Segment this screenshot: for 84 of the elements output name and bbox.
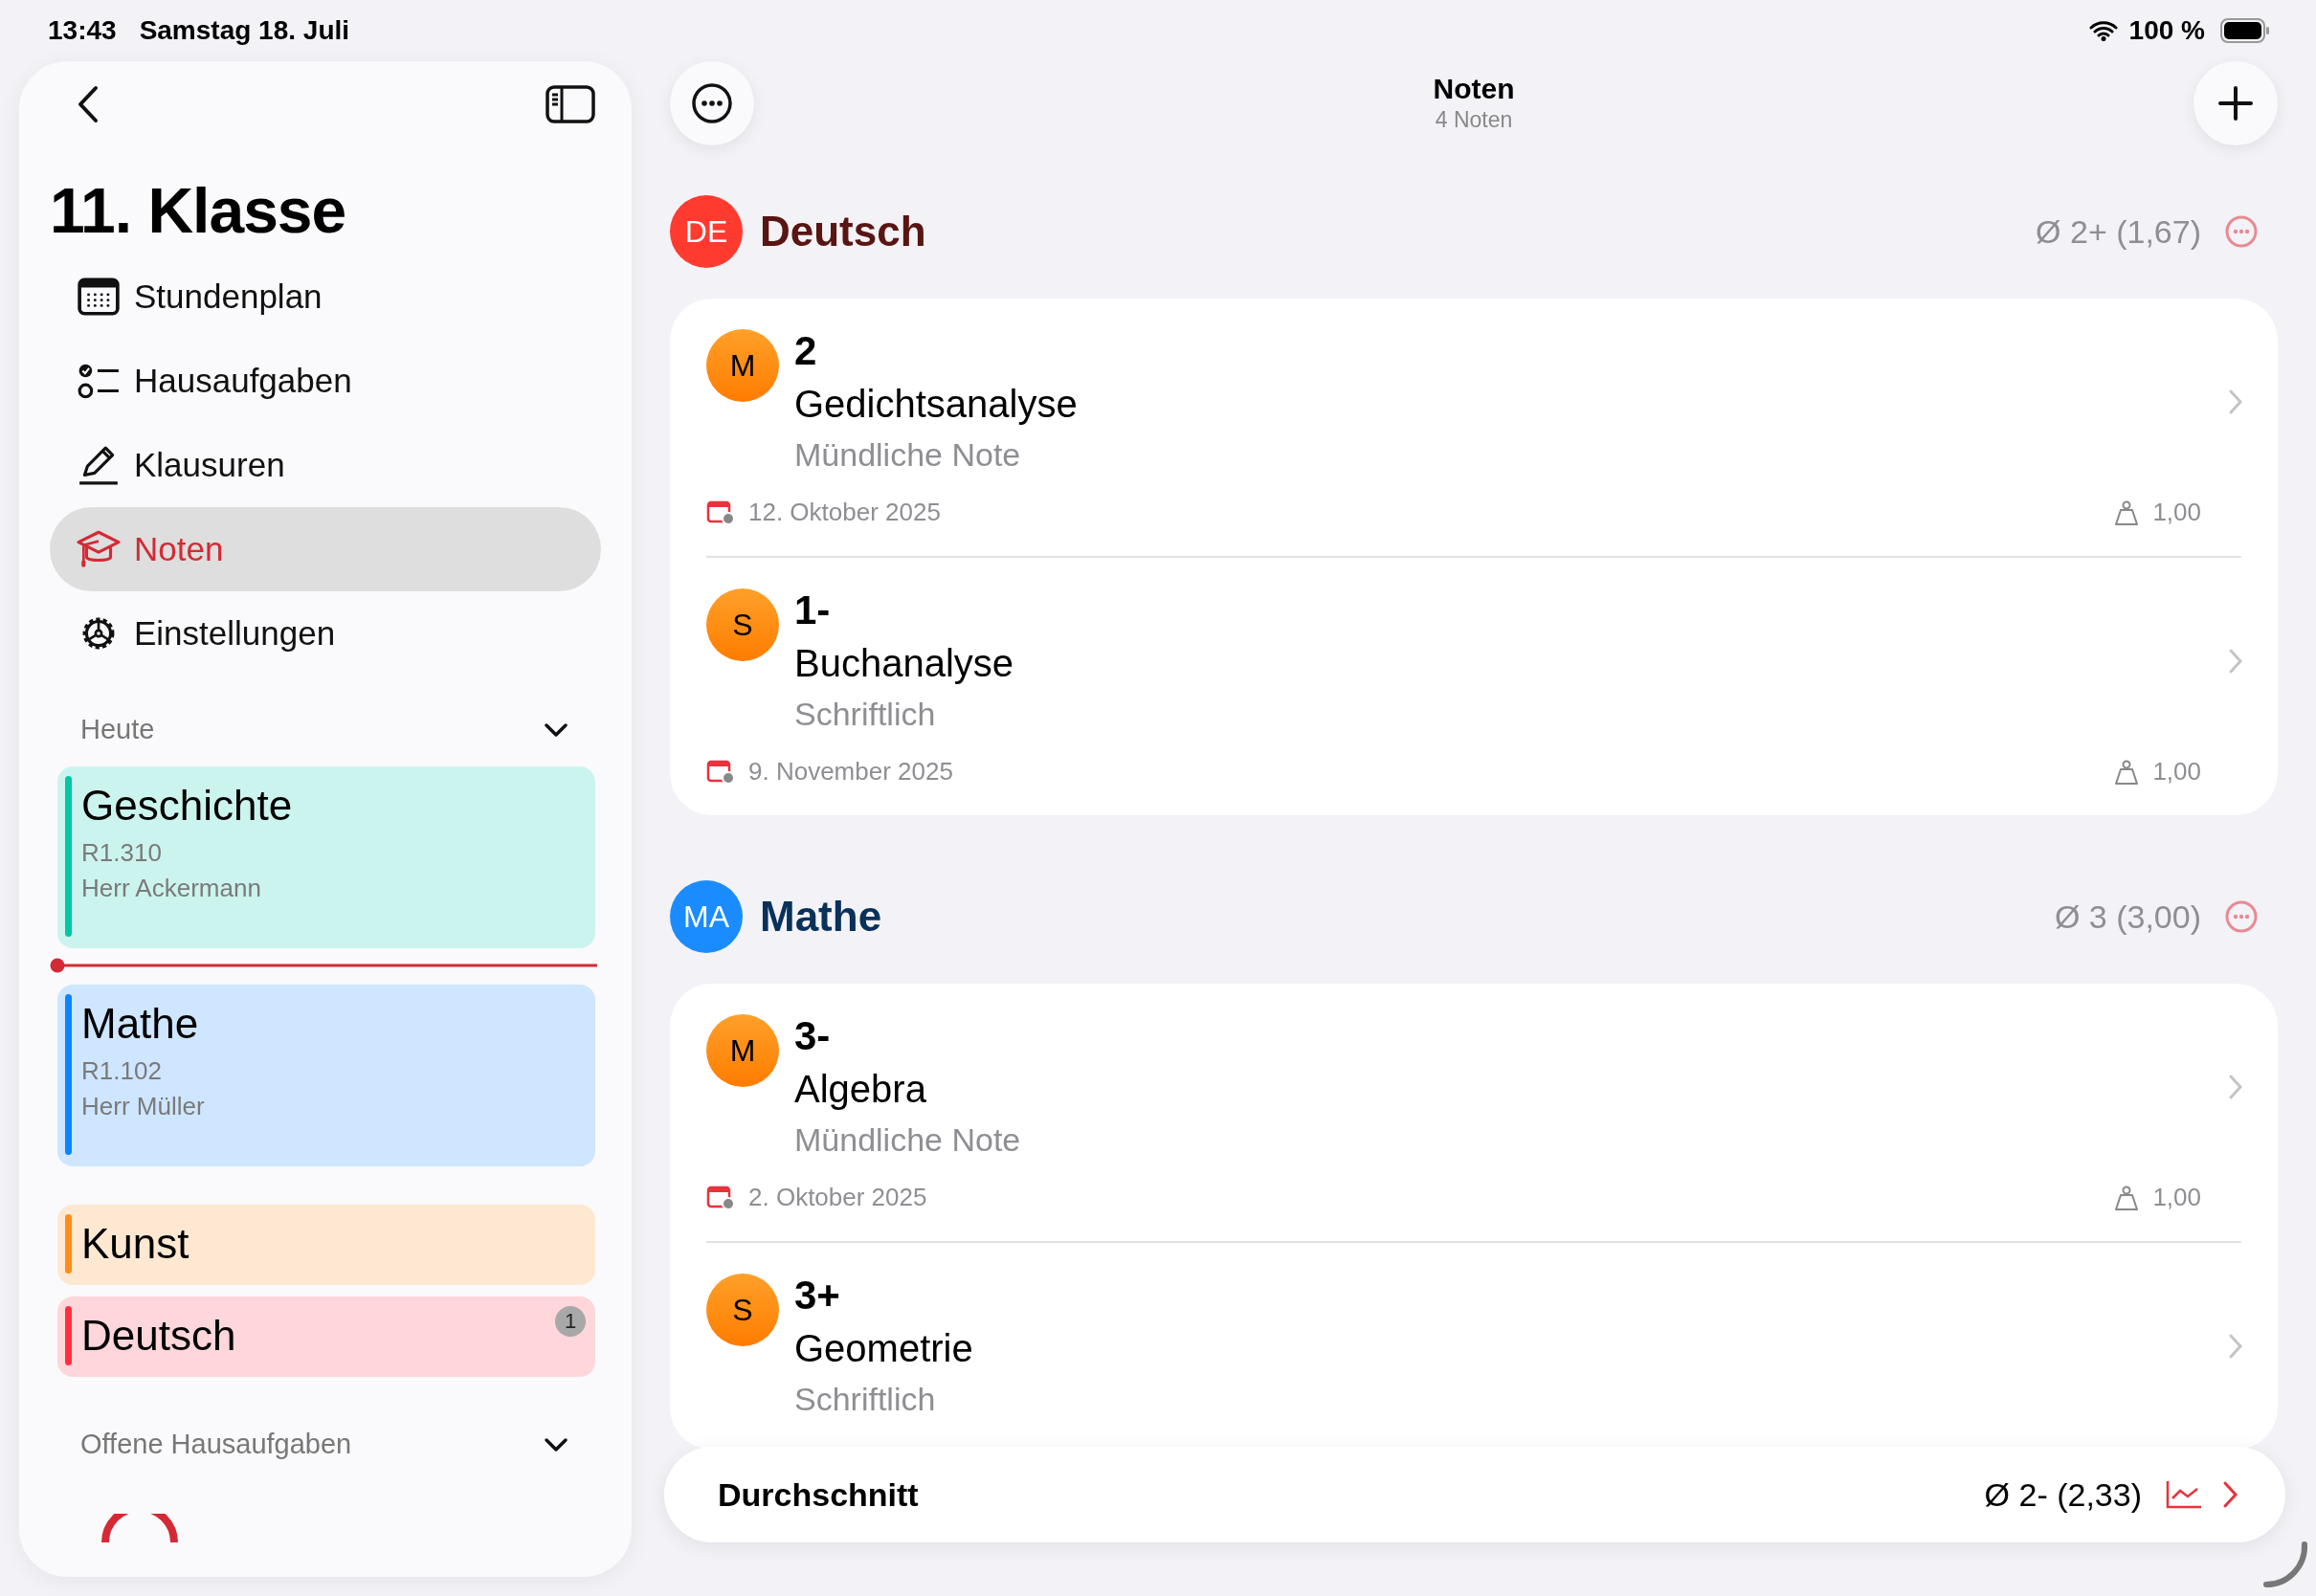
lesson-subject: Geschichte (81, 781, 293, 831)
grade-weight: 1,00 (2152, 1183, 2201, 1212)
grade-value: 1- (794, 587, 832, 634)
average-label: Durchschnitt (718, 1475, 919, 1514)
chevron-down-icon[interactable] (544, 721, 568, 738)
lesson-teacher: Herr Müller (81, 1091, 205, 1122)
resize-handle-icon[interactable] (2260, 1541, 2308, 1588)
graduation-cap-icon (77, 529, 121, 569)
sidebar-title: 11. Klasse (49, 174, 347, 247)
calendar-clock-icon (706, 1185, 735, 1210)
subject-name: Deutsch (760, 208, 926, 255)
line-chart-icon (2165, 1479, 2203, 1510)
grade-title: Algebra (794, 1067, 927, 1112)
sidebar-toggle-icon[interactable] (546, 85, 595, 123)
chevron-down-icon[interactable] (544, 1436, 568, 1452)
subject-average: Ø 3 (3,00) (2054, 898, 2201, 936)
lesson-card[interactable]: Mathe R1.102 Herr Müller (57, 985, 595, 1166)
nav-item[interactable]: Noten (50, 507, 601, 591)
weight-icon (2114, 758, 2140, 786)
calendar-icon (77, 277, 121, 317)
plus-icon (2216, 84, 2255, 122)
subject-name: Mathe (760, 893, 882, 941)
chevron-right-icon (2222, 1480, 2239, 1509)
lesson-teacher: Herr Ackermann (81, 873, 262, 904)
battery-percent: 100 % (2128, 15, 2205, 46)
grade-weight: 1,00 (2152, 498, 2201, 527)
nav-item[interactable]: Stundenplan (50, 255, 601, 339)
count-badge: 1 (555, 1306, 586, 1337)
calendar-clock-icon (706, 759, 735, 785)
calendar-clock-icon (706, 499, 735, 525)
chevron-right-icon (2228, 388, 2243, 415)
more-icon (691, 82, 733, 124)
grade-row[interactable]: M 3- Algebra Mündliche Note 2. Oktober 2025 1,00 (706, 984, 2241, 1241)
lesson-card[interactable]: Kunst (57, 1205, 595, 1285)
page-title: Noten (1433, 73, 1515, 105)
grade-type: Schriftlich (794, 1380, 937, 1419)
grade-title: Buchanalyse (794, 641, 1015, 686)
grade-value: 3- (794, 1012, 832, 1060)
grade-row[interactable]: S 1- Buchanalyse Schriftlich 9. November 2025 1,00 (706, 556, 2241, 815)
battery-icon (2220, 18, 2270, 43)
lesson-subject: Mathe (81, 999, 200, 1049)
grade-value: 2 (794, 327, 818, 375)
back-button[interactable] (77, 85, 100, 123)
grade-type: Schriftlich (794, 695, 937, 734)
grade-type-avatar: M (706, 1014, 779, 1087)
chevron-right-icon (2228, 648, 2243, 675)
grade-type: Mündliche Note (794, 1120, 1022, 1160)
grade-type-avatar: S (706, 1274, 779, 1346)
lesson-room: R1.102 (81, 1055, 163, 1087)
section-heading: Heute (80, 714, 155, 745)
subject-badge: DE (670, 195, 743, 268)
status-date: Samstag 18. Juli (139, 15, 350, 46)
page-subtitle: 4 Noten (1435, 107, 1513, 133)
lesson-subject: Deutsch (81, 1311, 236, 1361)
lesson-card[interactable]: Deutsch 1 (57, 1297, 595, 1377)
chevron-right-icon (2228, 1333, 2243, 1360)
grade-type-avatar: M (706, 329, 779, 402)
grade-date: 9. November 2025 (748, 757, 953, 787)
weight-icon (2114, 1184, 2140, 1211)
wifi-icon (2088, 20, 2118, 41)
nav-item[interactable]: Hausaufgaben (50, 339, 601, 423)
grade-type: Mündliche Note (794, 435, 1022, 475)
nav-item[interactable]: Einstellungen (50, 591, 601, 676)
lesson-card[interactable]: Geschichte R1.310 Herr Ackermann (57, 766, 595, 948)
nav-item[interactable]: Klausuren (50, 423, 601, 507)
average-bar[interactable]: Durchschnitt Ø 2- (2,33) (664, 1447, 2285, 1542)
grade-type-avatar: S (706, 588, 779, 661)
grade-title: Gedichtsanalyse (794, 382, 1079, 427)
grade-value: 3+ (794, 1272, 841, 1319)
grade-title: Geometrie (794, 1326, 974, 1371)
chevron-right-icon (2228, 1074, 2243, 1100)
weight-icon (2114, 499, 2140, 526)
grade-row[interactable]: M 2 Gedichtsanalyse Mündliche Note 12. Oktober 2025 1,00 (706, 299, 2241, 556)
grade-date: 2. Oktober 2025 (748, 1183, 927, 1212)
section-heading: Offene Hausaufgaben (80, 1429, 352, 1460)
grade-weight: 1,00 (2152, 757, 2201, 787)
subject-badge: MA (670, 880, 743, 953)
grade-date: 12. Oktober 2025 (748, 498, 941, 527)
lesson-room: R1.310 (81, 837, 163, 869)
status-time: 13:43 (48, 15, 117, 46)
lesson-subject: Kunst (81, 1219, 189, 1269)
subject-average: Ø 2+ (1,67) (2036, 212, 2201, 251)
pencil-icon (77, 445, 121, 485)
average-value: Ø 2- (2,33) (1984, 1475, 2142, 1514)
